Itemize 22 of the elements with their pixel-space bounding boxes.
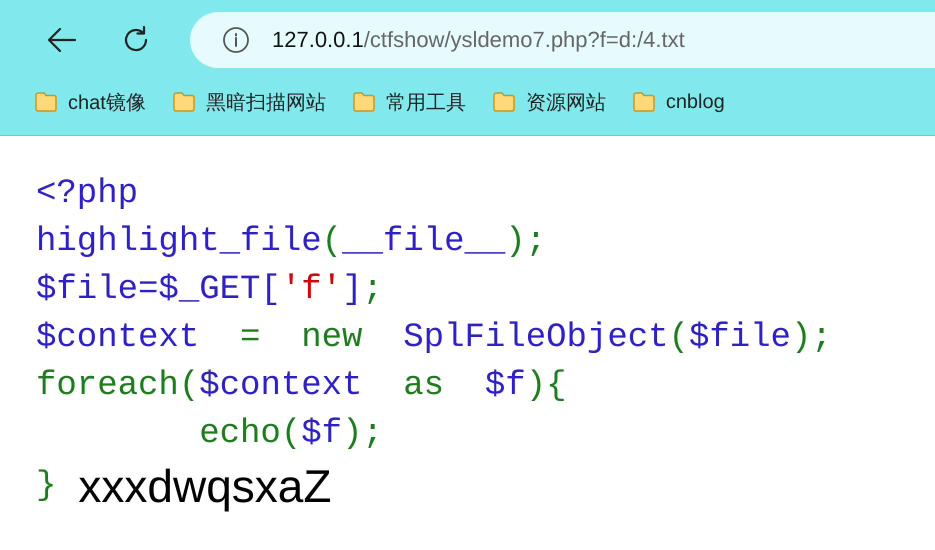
folder-icon: [352, 91, 376, 113]
code-line: $file=$_GET['f'];: [36, 270, 383, 311]
bookmark[interactable]: 资源网站: [492, 88, 606, 116]
bookmark[interactable]: 常用工具: [352, 88, 466, 116]
bookmark[interactable]: chat镜像: [34, 88, 146, 116]
address-bar[interactable]: 127.0.0.1/ctfshow/ysldemo7.php?f=d:/4.txt: [190, 12, 935, 68]
back-arrow-icon: [47, 27, 77, 53]
info-icon[interactable]: [222, 26, 250, 54]
code-line: $context = new SplFileObject($file);: [36, 318, 832, 359]
folder-icon: [172, 91, 196, 113]
bookmark[interactable]: cnblog: [632, 90, 725, 114]
code-line: echo($f);: [198, 414, 383, 455]
folder-icon: [34, 91, 58, 113]
folder-icon: [492, 91, 516, 113]
code-line: highlight_file(__file__);: [36, 222, 546, 263]
folder-icon: [632, 91, 656, 113]
bookmark[interactable]: 黑暗扫描网站: [172, 88, 326, 116]
code-line: foreach($context as $f){: [36, 366, 567, 407]
url-text: 127.0.0.1/ctfshow/ysldemo7.php?f=d:/4.txt: [272, 27, 685, 53]
code-line: <?php: [36, 174, 138, 215]
file-output: xxxdwqsxaZ: [78, 459, 332, 514]
code-line: }: [36, 466, 56, 507]
